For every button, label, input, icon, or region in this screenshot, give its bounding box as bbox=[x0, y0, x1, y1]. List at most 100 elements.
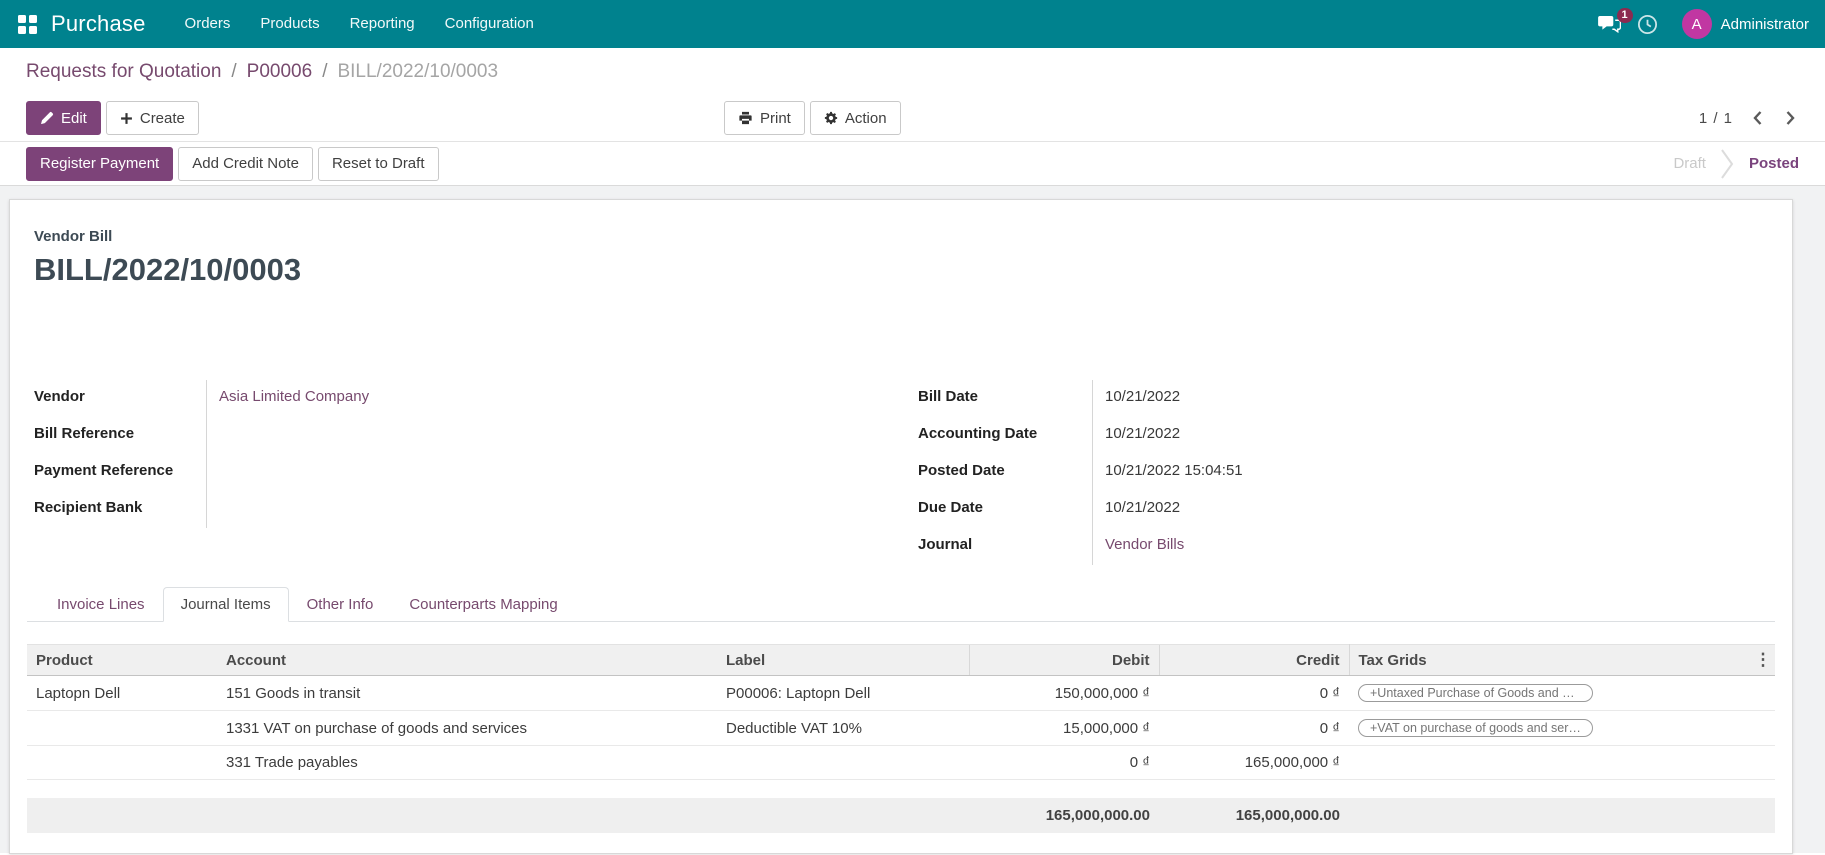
vendor-bill-sheet: Vendor Bill BILL/2022/10/0003 Vendor Asi… bbox=[9, 199, 1793, 854]
action-buttons-group: Print Action bbox=[724, 101, 901, 135]
payment-reference-value bbox=[206, 454, 882, 491]
cell-credit: 0 ₫ bbox=[1159, 675, 1349, 712]
breadcrumb-p00006[interactable]: P00006 bbox=[247, 61, 313, 83]
notebook-tabs: Invoice Lines Journal Items Other Info C… bbox=[27, 587, 1775, 622]
tab-invoice-lines[interactable]: Invoice Lines bbox=[39, 587, 163, 622]
top-navbar: Purchase Orders Products Reporting Confi… bbox=[0, 0, 1825, 48]
tax-grid-badge: +VAT on purchase of goods and ser… bbox=[1358, 719, 1593, 738]
state-draft[interactable]: Draft bbox=[1673, 155, 1706, 172]
cell-product bbox=[27, 745, 217, 781]
cell-label bbox=[717, 745, 969, 781]
menu-configuration[interactable]: Configuration bbox=[430, 0, 549, 48]
field-payment-reference: Payment Reference bbox=[34, 454, 882, 491]
state-widget: Draft Posted bbox=[1673, 148, 1799, 179]
gear-icon bbox=[824, 111, 837, 125]
journal-item-row[interactable]: 331 Trade payables 0 ₫ 165,000,000 ₫ bbox=[27, 745, 1775, 781]
pager: 1 / 1 bbox=[1699, 107, 1799, 129]
cell-account: 331 Trade payables bbox=[217, 745, 717, 781]
action-button[interactable]: Action bbox=[809, 101, 901, 135]
menu-products[interactable]: Products bbox=[245, 0, 334, 48]
field-bill-date: Bill Date 10/21/2022 bbox=[918, 380, 1775, 417]
pager-previous-icon[interactable] bbox=[1749, 107, 1766, 129]
cell-account: 151 Goods in transit bbox=[217, 675, 717, 712]
cell-debit: 15,000,000 ₫ bbox=[969, 710, 1159, 747]
field-due-date: Due Date 10/21/2022 bbox=[918, 491, 1775, 528]
user-name[interactable]: Administrator bbox=[1721, 16, 1809, 33]
pager-next-icon[interactable] bbox=[1782, 107, 1799, 129]
printer-icon bbox=[739, 111, 752, 125]
field-vendor: Vendor Asia Limited Company bbox=[34, 380, 882, 417]
cell-debit: 150,000,000 ₫ bbox=[969, 675, 1159, 712]
menu-reporting[interactable]: Reporting bbox=[335, 0, 430, 48]
activities-clock-icon[interactable] bbox=[1629, 8, 1666, 41]
field-journal: Journal Vendor Bills bbox=[918, 528, 1775, 565]
form-fields: Vendor Asia Limited Company Bill Referen… bbox=[27, 380, 1775, 565]
control-panel: Edit Create Print Action 1 / 1 bbox=[0, 95, 1825, 141]
cell-credit: 165,000,000 ₫ bbox=[1159, 745, 1349, 781]
document-name: BILL/2022/10/0003 bbox=[34, 252, 302, 287]
col-header-product[interactable]: Product bbox=[27, 644, 217, 676]
cell-product bbox=[27, 710, 217, 747]
menu-orders[interactable]: Orders bbox=[170, 0, 246, 48]
add-credit-note-button[interactable]: Add Credit Note bbox=[178, 146, 313, 181]
cell-credit: 0 ₫ bbox=[1159, 710, 1349, 747]
messages-icon[interactable]: 1 bbox=[1590, 7, 1633, 40]
vendor-link[interactable]: Asia Limited Company bbox=[219, 388, 369, 405]
cell-label: P00006: Laptopn Dell bbox=[717, 675, 969, 712]
field-bill-reference: Bill Reference bbox=[34, 417, 882, 454]
col-header-label[interactable]: Label bbox=[717, 644, 969, 676]
fields-left-column: Vendor Asia Limited Company Bill Referen… bbox=[34, 380, 882, 565]
cell-label: Deductible VAT 10% bbox=[717, 710, 969, 747]
breadcrumb-current: BILL/2022/10/0003 bbox=[337, 60, 499, 82]
total-debit: 165,000,000.00 bbox=[969, 797, 1159, 833]
cell-account: 1331 VAT on purchase of goods and servic… bbox=[217, 710, 717, 747]
journal-item-row[interactable]: 1331 VAT on purchase of goods and servic… bbox=[27, 710, 1775, 747]
breadcrumb-separator: / bbox=[231, 60, 237, 82]
pencil-icon bbox=[41, 111, 54, 124]
recipient-bank-value bbox=[206, 491, 882, 528]
document-type-label: Vendor Bill bbox=[34, 228, 113, 245]
state-posted[interactable]: Posted bbox=[1749, 155, 1799, 172]
user-avatar[interactable]: A bbox=[1681, 9, 1712, 39]
tax-grid-badge: +Untaxed Purchase of Goods and S… bbox=[1358, 684, 1593, 703]
reset-to-draft-button[interactable]: Reset to Draft bbox=[317, 146, 439, 181]
breadcrumb-requests-for-quotation[interactable]: Requests for Quotation bbox=[26, 61, 221, 83]
tab-other-info[interactable]: Other Info bbox=[289, 587, 392, 622]
due-date-value: 10/21/2022 bbox=[1092, 491, 1775, 528]
edit-button[interactable]: Edit bbox=[26, 101, 101, 135]
journal-items-table: Product Account Label Debit Credit Tax G… bbox=[27, 644, 1775, 833]
total-credit: 165,000,000.00 bbox=[1159, 797, 1349, 833]
col-header-account[interactable]: Account bbox=[217, 644, 717, 676]
app-name[interactable]: Purchase bbox=[51, 11, 146, 37]
breadcrumb: Requests for Quotation / P00006 / BILL/2… bbox=[0, 48, 1825, 95]
pager-count: 1 / 1 bbox=[1698, 109, 1733, 127]
topbar-right: 1 A Administrator bbox=[1590, 7, 1809, 41]
journal-link[interactable]: Vendor Bills bbox=[1105, 536, 1184, 553]
form-view-background: Vendor Bill BILL/2022/10/0003 Vendor Asi… bbox=[0, 186, 1825, 854]
journal-item-row[interactable]: Laptopn Dell 151 Goods in transit P00006… bbox=[27, 675, 1775, 712]
col-header-credit[interactable]: Credit bbox=[1158, 644, 1350, 676]
col-header-debit[interactable]: Debit bbox=[968, 644, 1159, 676]
optional-columns-kebab-icon[interactable]: ⋮ bbox=[1751, 644, 1775, 676]
apps-grid-icon[interactable] bbox=[18, 14, 37, 34]
fields-right-column: Bill Date 10/21/2022 Accounting Date 10/… bbox=[918, 380, 1775, 565]
accounting-date-value: 10/21/2022 bbox=[1092, 417, 1775, 454]
cell-debit: 0 ₫ bbox=[969, 745, 1159, 781]
field-accounting-date: Accounting Date 10/21/2022 bbox=[918, 417, 1775, 454]
print-button[interactable]: Print bbox=[724, 101, 805, 135]
col-header-tax-grids[interactable]: Tax Grids bbox=[1349, 644, 1751, 676]
statusbar: Register Payment Add Credit Note Reset t… bbox=[0, 141, 1825, 186]
field-posted-date: Posted Date 10/21/2022 15:04:51 bbox=[918, 454, 1775, 491]
empty-row bbox=[27, 779, 1775, 798]
posted-date-value: 10/21/2022 15:04:51 bbox=[1092, 454, 1775, 491]
field-recipient-bank: Recipient Bank bbox=[34, 491, 882, 528]
create-button[interactable]: Create bbox=[105, 101, 199, 135]
tab-counterparts-mapping[interactable]: Counterparts Mapping bbox=[391, 587, 575, 622]
bill-reference-value bbox=[206, 417, 882, 454]
table-header-row: Product Account Label Debit Credit Tax G… bbox=[27, 644, 1775, 676]
register-payment-button[interactable]: Register Payment bbox=[26, 146, 174, 181]
bill-date-value: 10/21/2022 bbox=[1092, 380, 1775, 417]
totals-row: 165,000,000.00 165,000,000.00 bbox=[27, 797, 1775, 833]
breadcrumb-separator: / bbox=[322, 60, 328, 82]
tab-journal-items[interactable]: Journal Items bbox=[162, 587, 289, 622]
